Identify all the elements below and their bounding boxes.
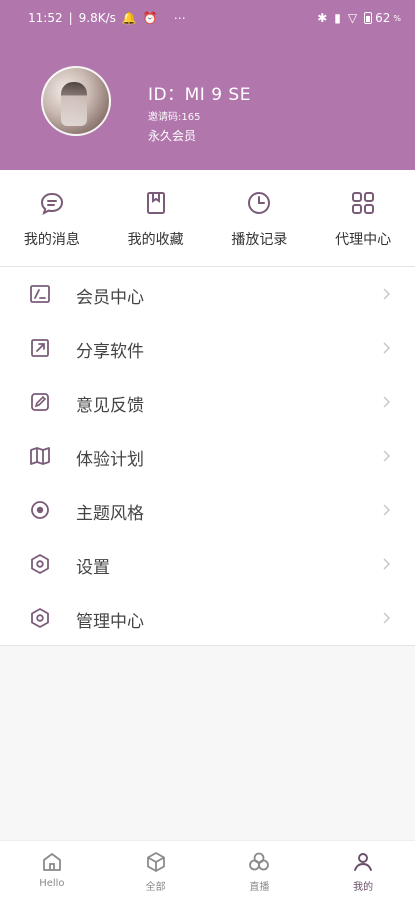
menu-label-feedback: 意见反馈 [76,396,144,416]
quick-label-messages: 我的消息 [23,232,80,248]
tab-label-home: Hello [39,878,65,889]
edit-icon [31,393,49,411]
tab-all[interactable]: 全部 [104,841,208,901]
bottom-tab-bar: Hello 全部 直播 我的 [0,840,415,901]
tab-label-mine: 我的 [353,882,374,893]
menu-vip-center[interactable]: 会员中心 [0,267,415,321]
chevron-right-icon [383,288,391,300]
profile-header: 11:52 | 9.8K/s 🔔 ⏰ ⋯ ✱ ▮ ▽ 62% ID：MI 9 S… [0,0,415,170]
profile-id: ID：MI 9 SE [148,85,251,105]
invite-code: 邀请码:165 [148,112,201,123]
menu-label-settings: 设置 [76,558,110,578]
menu-admin-center[interactable]: 管理中心 [0,591,415,645]
tab-label-live: 直播 [249,882,270,893]
quick-label-favorites: 我的收藏 [127,232,184,248]
menu-label-vip-center: 会员中心 [76,288,144,308]
theme-icon [31,501,49,519]
map-icon [30,447,50,465]
menu-settings[interactable]: 设置 [0,537,415,591]
battery-unit: % [393,13,401,23]
signal-icon: ▮ [334,11,341,25]
bell-icon: 🔔 [121,11,137,25]
avatar[interactable] [41,66,111,136]
share-icon [31,339,49,357]
grid-icon [352,192,375,214]
wifi-icon: ▽ [347,11,358,25]
quick-item-messages[interactable]: 我的消息 [0,170,104,266]
clock-icon [248,192,271,214]
membership-status: 永久会员 [148,129,197,143]
quick-label-history: 播放记录 [231,232,288,248]
menu-theme-style[interactable]: 主题风格 [0,483,415,537]
chevron-right-icon [383,612,391,624]
quick-actions: 我的消息 我的收藏 播放记录 代理中心 [0,170,415,267]
tab-live[interactable]: 直播 [208,841,312,901]
cube-icon [146,852,165,872]
alarm-icon: ⏰ [142,11,158,25]
chevron-right-icon [383,450,391,462]
battery-icon: 62% [364,11,401,25]
status-bar: 11:52 | 9.8K/s 🔔 ⏰ ⋯ ✱ ▮ ▽ 62% [28,11,401,25]
chevron-right-icon [383,504,391,516]
quick-item-history[interactable]: 播放记录 [208,170,312,266]
bluetooth-icon: ✱ [317,11,328,25]
menu-share-app[interactable]: 分享软件 [0,321,415,375]
tab-mine[interactable]: 我的 [311,841,415,901]
home-icon [42,853,61,871]
quick-label-agent: 代理中心 [335,232,392,248]
quick-item-favorites[interactable]: 我的收藏 [104,170,208,266]
status-time: 11:52 [28,11,63,25]
bookmark-icon [146,192,165,214]
menu-label-theme-style: 主题风格 [76,504,144,524]
settings-icon [31,554,49,574]
tab-home[interactable]: Hello [0,841,104,901]
menu-label-admin-center: 管理中心 [76,612,144,632]
menu-experience-plan[interactable]: 体验计划 [0,429,415,483]
chevron-right-icon [383,558,391,570]
menu-feedback[interactable]: 意见反馈 [0,375,415,429]
battery-percent: 62 [375,11,391,25]
admin-icon [31,608,49,628]
more-icon: ⋯ [173,11,186,25]
circles-icon [249,852,270,871]
vip-card-icon [30,285,50,303]
tab-label-all: 全部 [145,882,166,893]
menu-label-experience-plan: 体验计划 [76,450,144,470]
quick-item-agent[interactable]: 代理中心 [311,170,415,266]
network-speed: 9.8K/s [78,11,116,25]
menu-label-share-app: 分享软件 [76,342,144,362]
settings-menu: 会员中心 分享软件 意见反馈 体验计划 主题风格 设置 管理中心 [0,267,415,646]
chevron-right-icon [383,396,391,408]
chevron-right-icon [383,342,391,354]
message-icon [40,192,63,215]
user-icon [354,853,373,871]
